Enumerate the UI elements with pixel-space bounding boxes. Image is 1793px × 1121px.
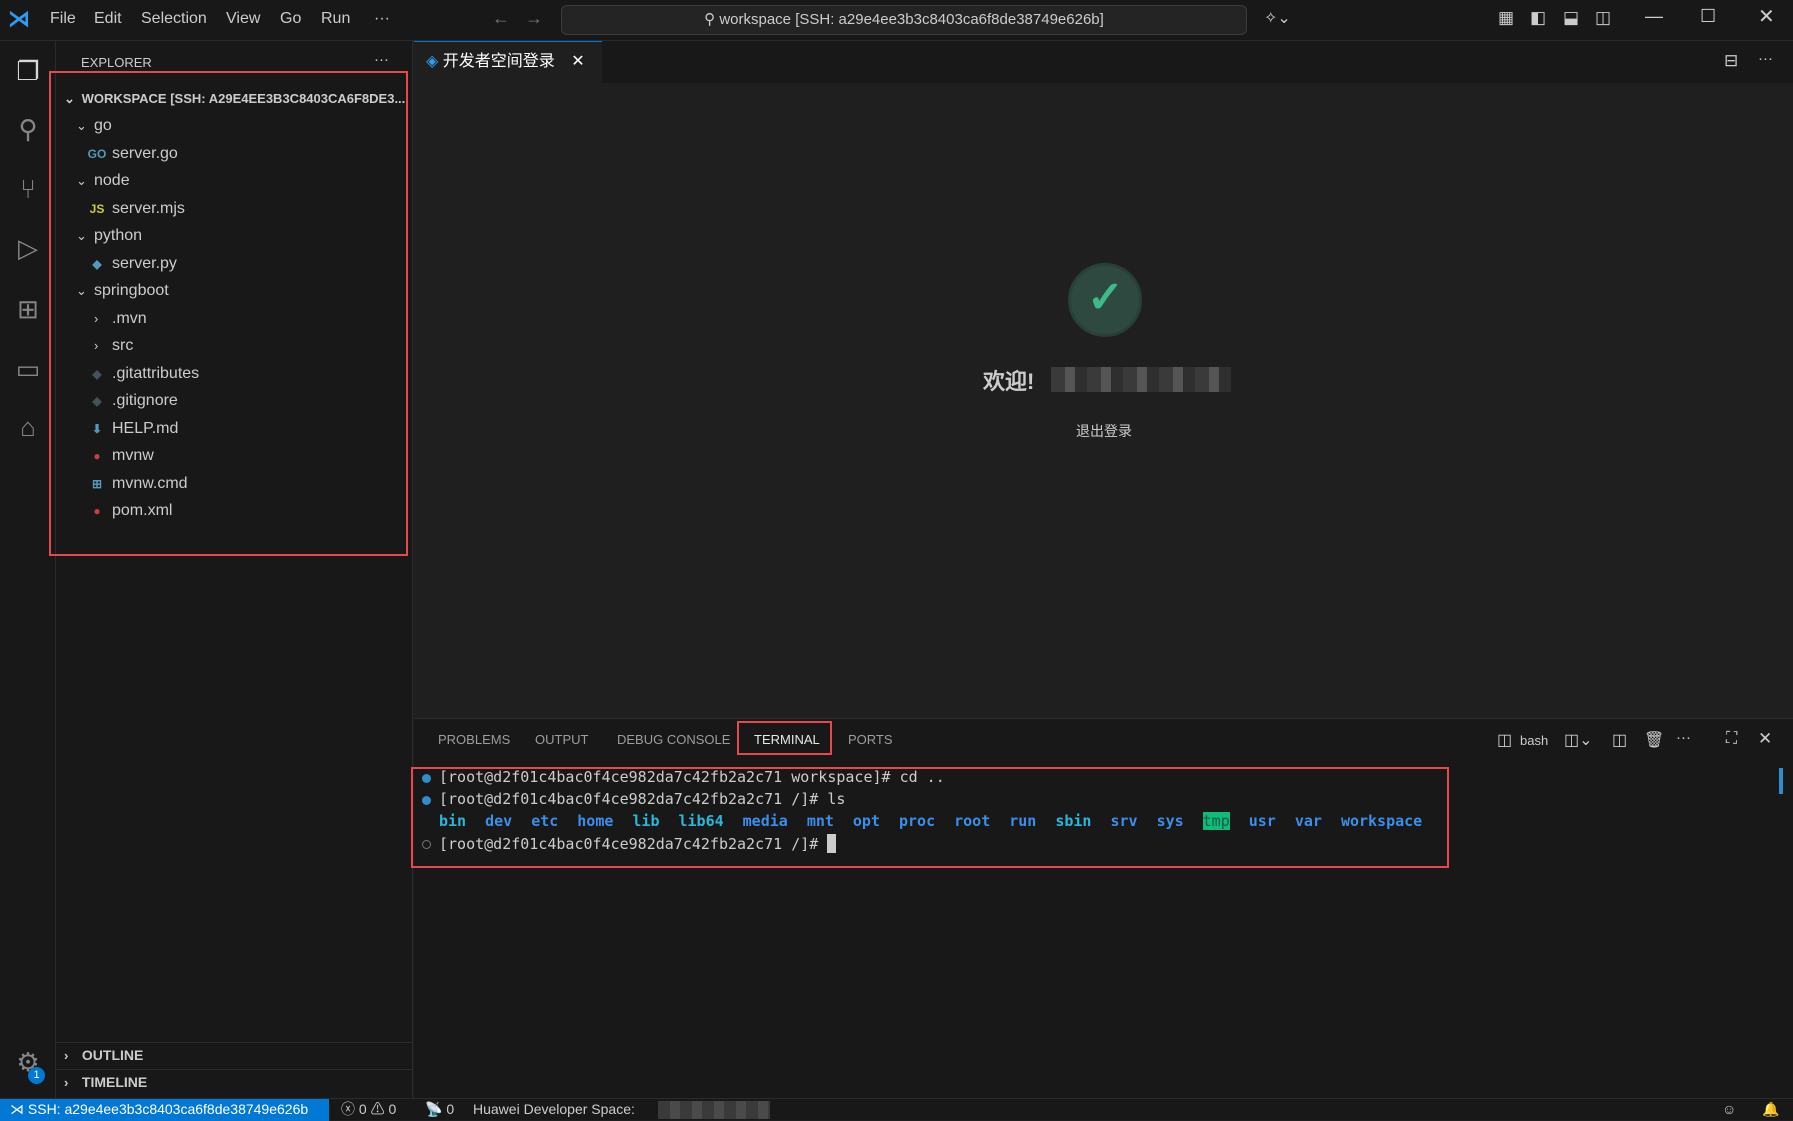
trash-icon[interactable]: 🗑 xyxy=(1644,730,1664,750)
tab-output[interactable]: OUTPUT xyxy=(535,732,588,747)
copilot-status-icon[interactable]: ☺ xyxy=(1722,1099,1736,1120)
minimize-icon[interactable]: — xyxy=(1645,6,1663,27)
menu-run[interactable]: Run xyxy=(321,10,350,28)
tab-debug-console[interactable]: DEBUG CONSOLE xyxy=(617,732,730,747)
menu-edit[interactable]: Edit xyxy=(94,10,122,28)
vscode-logo-icon: ⋊ xyxy=(8,6,30,31)
chevron-right-icon: › xyxy=(64,1048,69,1063)
terminal-scrollbar[interactable] xyxy=(1779,768,1783,794)
timeline-label: TIMELINE xyxy=(81,1074,148,1090)
timeline-section[interactable]: › TIMELINE xyxy=(64,1069,147,1096)
split-editor-icon[interactable]: ⊟ xyxy=(1724,51,1738,71)
tab-developer-space-login[interactable]: ◈ 开发者空间登录 ✕ xyxy=(414,41,602,83)
outline-label: OUTLINE xyxy=(81,1047,144,1063)
settings-badge: 1 xyxy=(28,1067,45,1084)
customize-layout-icon[interactable]: ▦ xyxy=(1498,8,1514,28)
logout-link[interactable]: 退出登录 xyxy=(1076,421,1132,441)
menu-file[interactable]: File xyxy=(50,10,76,28)
search-icon: ⚲ xyxy=(704,11,720,28)
redacted-account xyxy=(658,1101,770,1119)
redacted-username xyxy=(1051,367,1231,392)
maximize-panel-icon[interactable]: ⛶ xyxy=(1726,730,1737,748)
huawei-status[interactable]: Huawei Developer Space: xyxy=(473,1099,635,1120)
ports-count: 0 xyxy=(446,1101,455,1117)
editor-tab-bar: ⊟ ··· xyxy=(414,41,1793,83)
toggle-panel-icon[interactable]: ⬓ xyxy=(1563,8,1579,28)
remote-icon: ⋊ xyxy=(10,1101,28,1117)
panel-more-icon[interactable]: ··· xyxy=(1676,729,1691,746)
huawei-developer-space-icon[interactable]: ⌂ xyxy=(10,409,46,445)
editor-more-icon[interactable]: ··· xyxy=(1758,50,1773,67)
menu-selection[interactable]: Selection xyxy=(141,10,207,28)
warning-count: 0 xyxy=(388,1101,397,1117)
huawei-cloud-icon: ◈ xyxy=(426,53,443,70)
extensions-icon[interactable]: ⊞ xyxy=(10,291,46,327)
run-debug-icon[interactable]: ▷ xyxy=(10,230,46,266)
command-center-label: workspace [SSH: a29e4ee3b3c8403ca6f8de38… xyxy=(719,11,1104,28)
terminal-tab-highlight-box xyxy=(737,721,832,755)
status-bar: ⋊ SSH: a29e4ee3b3c8403ca6f8de38749e626b … xyxy=(0,1098,1793,1121)
close-tab-icon[interactable]: ✕ xyxy=(571,53,584,70)
toggle-secondary-sidebar-icon[interactable]: ◫ xyxy=(1595,8,1611,28)
new-terminal-dropdown-icon[interactable]: ◫⌄ xyxy=(1564,730,1593,750)
tab-ports[interactable]: PORTS xyxy=(848,732,893,747)
title-bar: ⋊ File Edit Selection View Go Run ··· ← … xyxy=(0,0,1793,41)
success-check-icon: ✓ xyxy=(1068,263,1142,337)
shell-name[interactable]: bash xyxy=(1520,733,1548,748)
explorer-more-button[interactable]: ··· xyxy=(374,51,389,68)
source-control-icon[interactable]: ⑂ xyxy=(10,171,46,207)
broadcast-icon: 📡 xyxy=(425,1101,447,1117)
menu-go[interactable]: Go xyxy=(280,10,301,28)
copilot-icon[interactable]: ✧⌄ xyxy=(1264,8,1291,28)
maximize-icon[interactable]: ☐ xyxy=(1700,6,1716,27)
explorer-icon[interactable]: ❐ xyxy=(10,53,46,89)
explorer-title: EXPLORER xyxy=(81,55,152,70)
toggle-sidebar-icon[interactable]: ◧ xyxy=(1530,8,1546,28)
remote-indicator[interactable]: ⋊ SSH: a29e4ee3b3c8403ca6f8de38749e626b xyxy=(0,1099,329,1121)
tab-problems[interactable]: PROBLEMS xyxy=(438,732,510,747)
outline-section[interactable]: › OUTLINE xyxy=(64,1042,143,1069)
remote-explorer-icon[interactable]: ▭ xyxy=(10,351,46,387)
command-center[interactable]: ⚲ workspace [SSH: a29e4ee3b3c8403ca6f8de… xyxy=(561,5,1247,35)
close-window-icon[interactable]: ✕ xyxy=(1758,4,1775,29)
activity-bar: ❐ ⚲ ⑂ ▷ ⊞ ▭ ⌂ ⚙ 1 xyxy=(0,41,56,1098)
close-panel-icon[interactable]: ✕ xyxy=(1758,729,1772,749)
chevron-right-icon: › xyxy=(64,1075,69,1090)
split-terminal-icon[interactable]: ◫ xyxy=(1612,730,1627,750)
forward-arrow-icon[interactable]: → xyxy=(525,8,543,29)
menu-view[interactable]: View xyxy=(226,10,260,28)
terminal-highlight-box xyxy=(411,767,1449,868)
problems-indicator[interactable]: ⓧ 0 ⚠ 0 xyxy=(341,1099,396,1120)
explorer-highlight-box xyxy=(49,71,408,556)
welcome-text: 欢迎! xyxy=(983,369,1035,394)
back-arrow-icon[interactable]: ← xyxy=(492,8,510,29)
tab-label: 开发者空间登录 xyxy=(442,53,555,70)
menu-more[interactable]: ··· xyxy=(374,10,390,28)
notifications-bell-icon[interactable]: 🔔 xyxy=(1762,1099,1779,1120)
search-icon[interactable]: ⚲ xyxy=(10,111,46,147)
terminal-icon: ◫ xyxy=(1497,732,1513,749)
error-icon: ⓧ xyxy=(341,1101,359,1117)
remote-label: SSH: a29e4ee3b3c8403ca6f8de38749e626b xyxy=(27,1101,309,1117)
ports-indicator[interactable]: 📡 0 xyxy=(425,1099,454,1120)
warning-icon: ⚠ xyxy=(370,1101,389,1117)
error-count: 0 xyxy=(358,1101,367,1117)
